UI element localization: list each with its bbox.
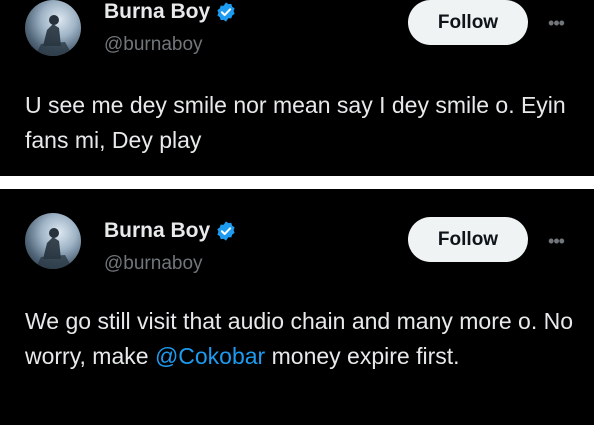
more-options-icon[interactable]: •••: [541, 231, 571, 251]
author-handle[interactable]: @burnaboy: [104, 253, 203, 275]
tweet-text-part: money expire first.: [265, 343, 460, 369]
verified-badge-icon: [217, 221, 235, 241]
follow-button[interactable]: Follow: [408, 217, 528, 262]
avatar[interactable]: [25, 0, 81, 56]
avatar[interactable]: [25, 213, 81, 269]
author-name[interactable]: Burna Boy: [104, 219, 210, 243]
tweet-card-1: Burna Boy @burnaboy Follow ••• U see me …: [0, 0, 594, 176]
author-name[interactable]: Burna Boy: [104, 0, 210, 24]
verified-badge-icon: [217, 2, 235, 22]
tweet-text: We go still visit that audio chain and m…: [25, 304, 575, 374]
mention-link[interactable]: @Cokobar: [155, 343, 265, 369]
author-row: Burna Boy: [104, 0, 237, 24]
divider: [0, 176, 594, 189]
author-handle[interactable]: @burnaboy: [104, 34, 203, 56]
tweet-text: U see me dey smile nor mean say I dey sm…: [25, 92, 566, 153]
more-options-icon[interactable]: •••: [541, 13, 571, 33]
follow-button[interactable]: Follow: [408, 0, 528, 45]
author-row: Burna Boy: [104, 219, 237, 243]
